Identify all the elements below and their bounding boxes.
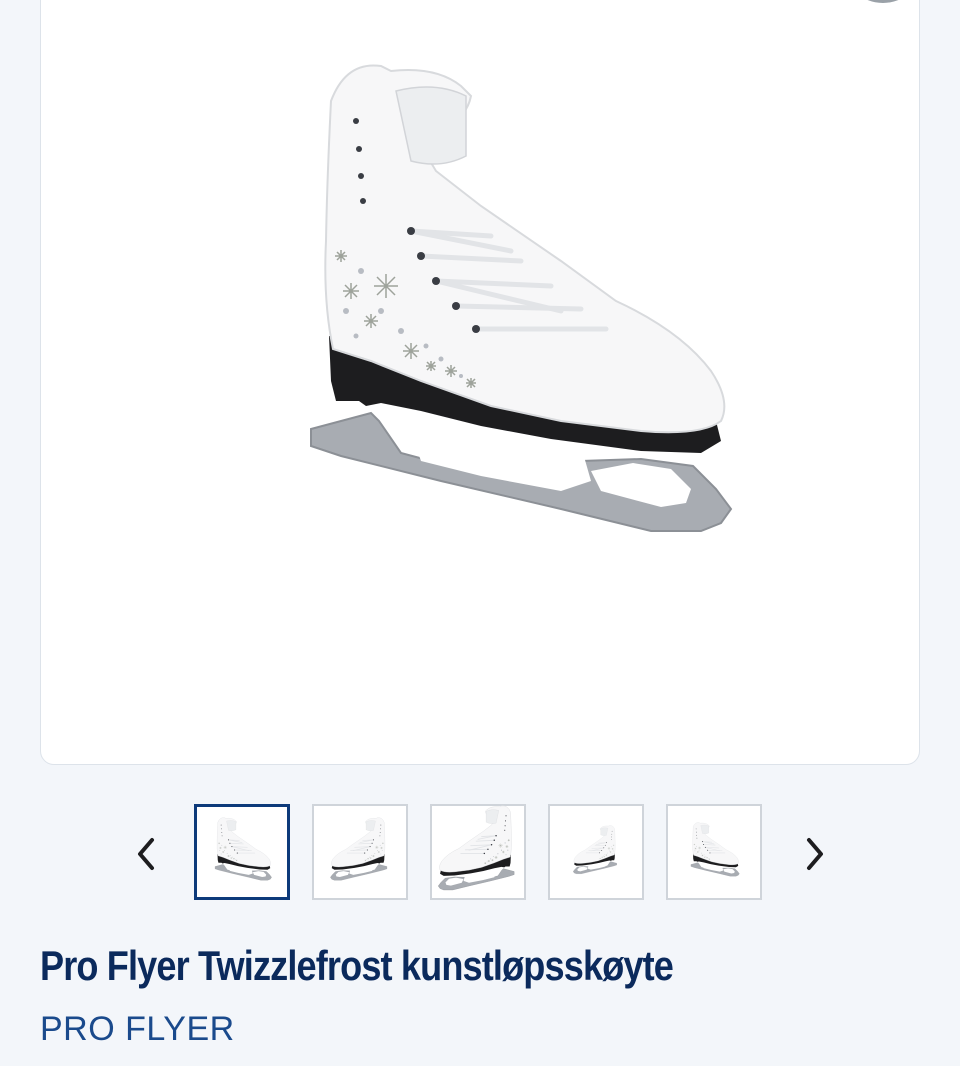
product-page: Pro Flyer Twizzlefrost kunstløpsskøyte P… bbox=[0, 0, 960, 1066]
gallery-thumbnail-2[interactable] bbox=[312, 804, 408, 900]
brand-link[interactable]: PRO FLYER bbox=[40, 1010, 235, 1049]
zoom-button[interactable] bbox=[841, 0, 919, 3]
gallery-thumbnail-5[interactable] bbox=[666, 804, 762, 900]
chevron-right-icon bbox=[807, 838, 823, 870]
gallery-thumbnail-3[interactable] bbox=[430, 804, 526, 900]
skate-thumbnail-icon bbox=[569, 825, 623, 879]
image-gallery bbox=[0, 804, 960, 902]
gallery-thumbnail-4[interactable] bbox=[548, 804, 644, 900]
product-title: Pro Flyer Twizzlefrost kunstløpsskøyte bbox=[40, 942, 674, 989]
chevron-left-icon bbox=[138, 838, 154, 870]
gallery-prev-button[interactable] bbox=[126, 834, 166, 874]
main-image-card bbox=[40, 0, 920, 765]
skate-thumbnail-icon bbox=[684, 822, 744, 882]
gallery-next-button[interactable] bbox=[795, 834, 835, 874]
gallery-thumbnail-1[interactable] bbox=[194, 804, 290, 900]
skate-closeup-thumbnail-icon bbox=[432, 805, 524, 899]
product-image bbox=[261, 61, 761, 581]
skate-thumbnail-icon bbox=[325, 817, 395, 887]
skate-thumbnail-icon bbox=[207, 817, 277, 887]
